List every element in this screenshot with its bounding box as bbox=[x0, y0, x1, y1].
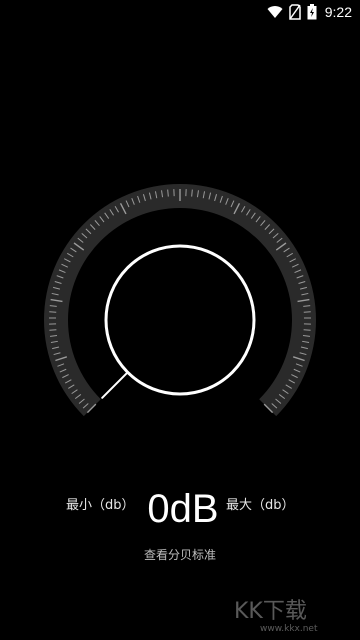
view-decibel-standard-link[interactable]: 查看分贝标准 bbox=[0, 546, 360, 563]
dial-minor-tick bbox=[167, 189, 169, 197]
dial-minor-tick bbox=[191, 189, 193, 197]
watermark-logo-text: KK下载 bbox=[234, 599, 307, 624]
needle bbox=[101, 371, 129, 399]
dial-minor-tick bbox=[303, 329, 311, 331]
decibel-unit: dB bbox=[169, 487, 219, 531]
decibel-number: 0 bbox=[147, 487, 170, 531]
dial-minor-tick bbox=[49, 329, 57, 331]
watermark-site-text: www.kkx.net bbox=[260, 624, 318, 634]
decibel-value: 0dB bbox=[128, 484, 238, 534]
min-label: 最小（db） bbox=[66, 498, 135, 513]
readout: 最小（db） 0dB 最大（db） bbox=[0, 480, 360, 540]
meter-knob bbox=[104, 244, 256, 396]
sound-meter-gauge bbox=[44, 184, 317, 417]
site-watermark: KK下载 www.kkx.net bbox=[234, 599, 318, 634]
max-label: 最大（db） bbox=[226, 498, 295, 513]
